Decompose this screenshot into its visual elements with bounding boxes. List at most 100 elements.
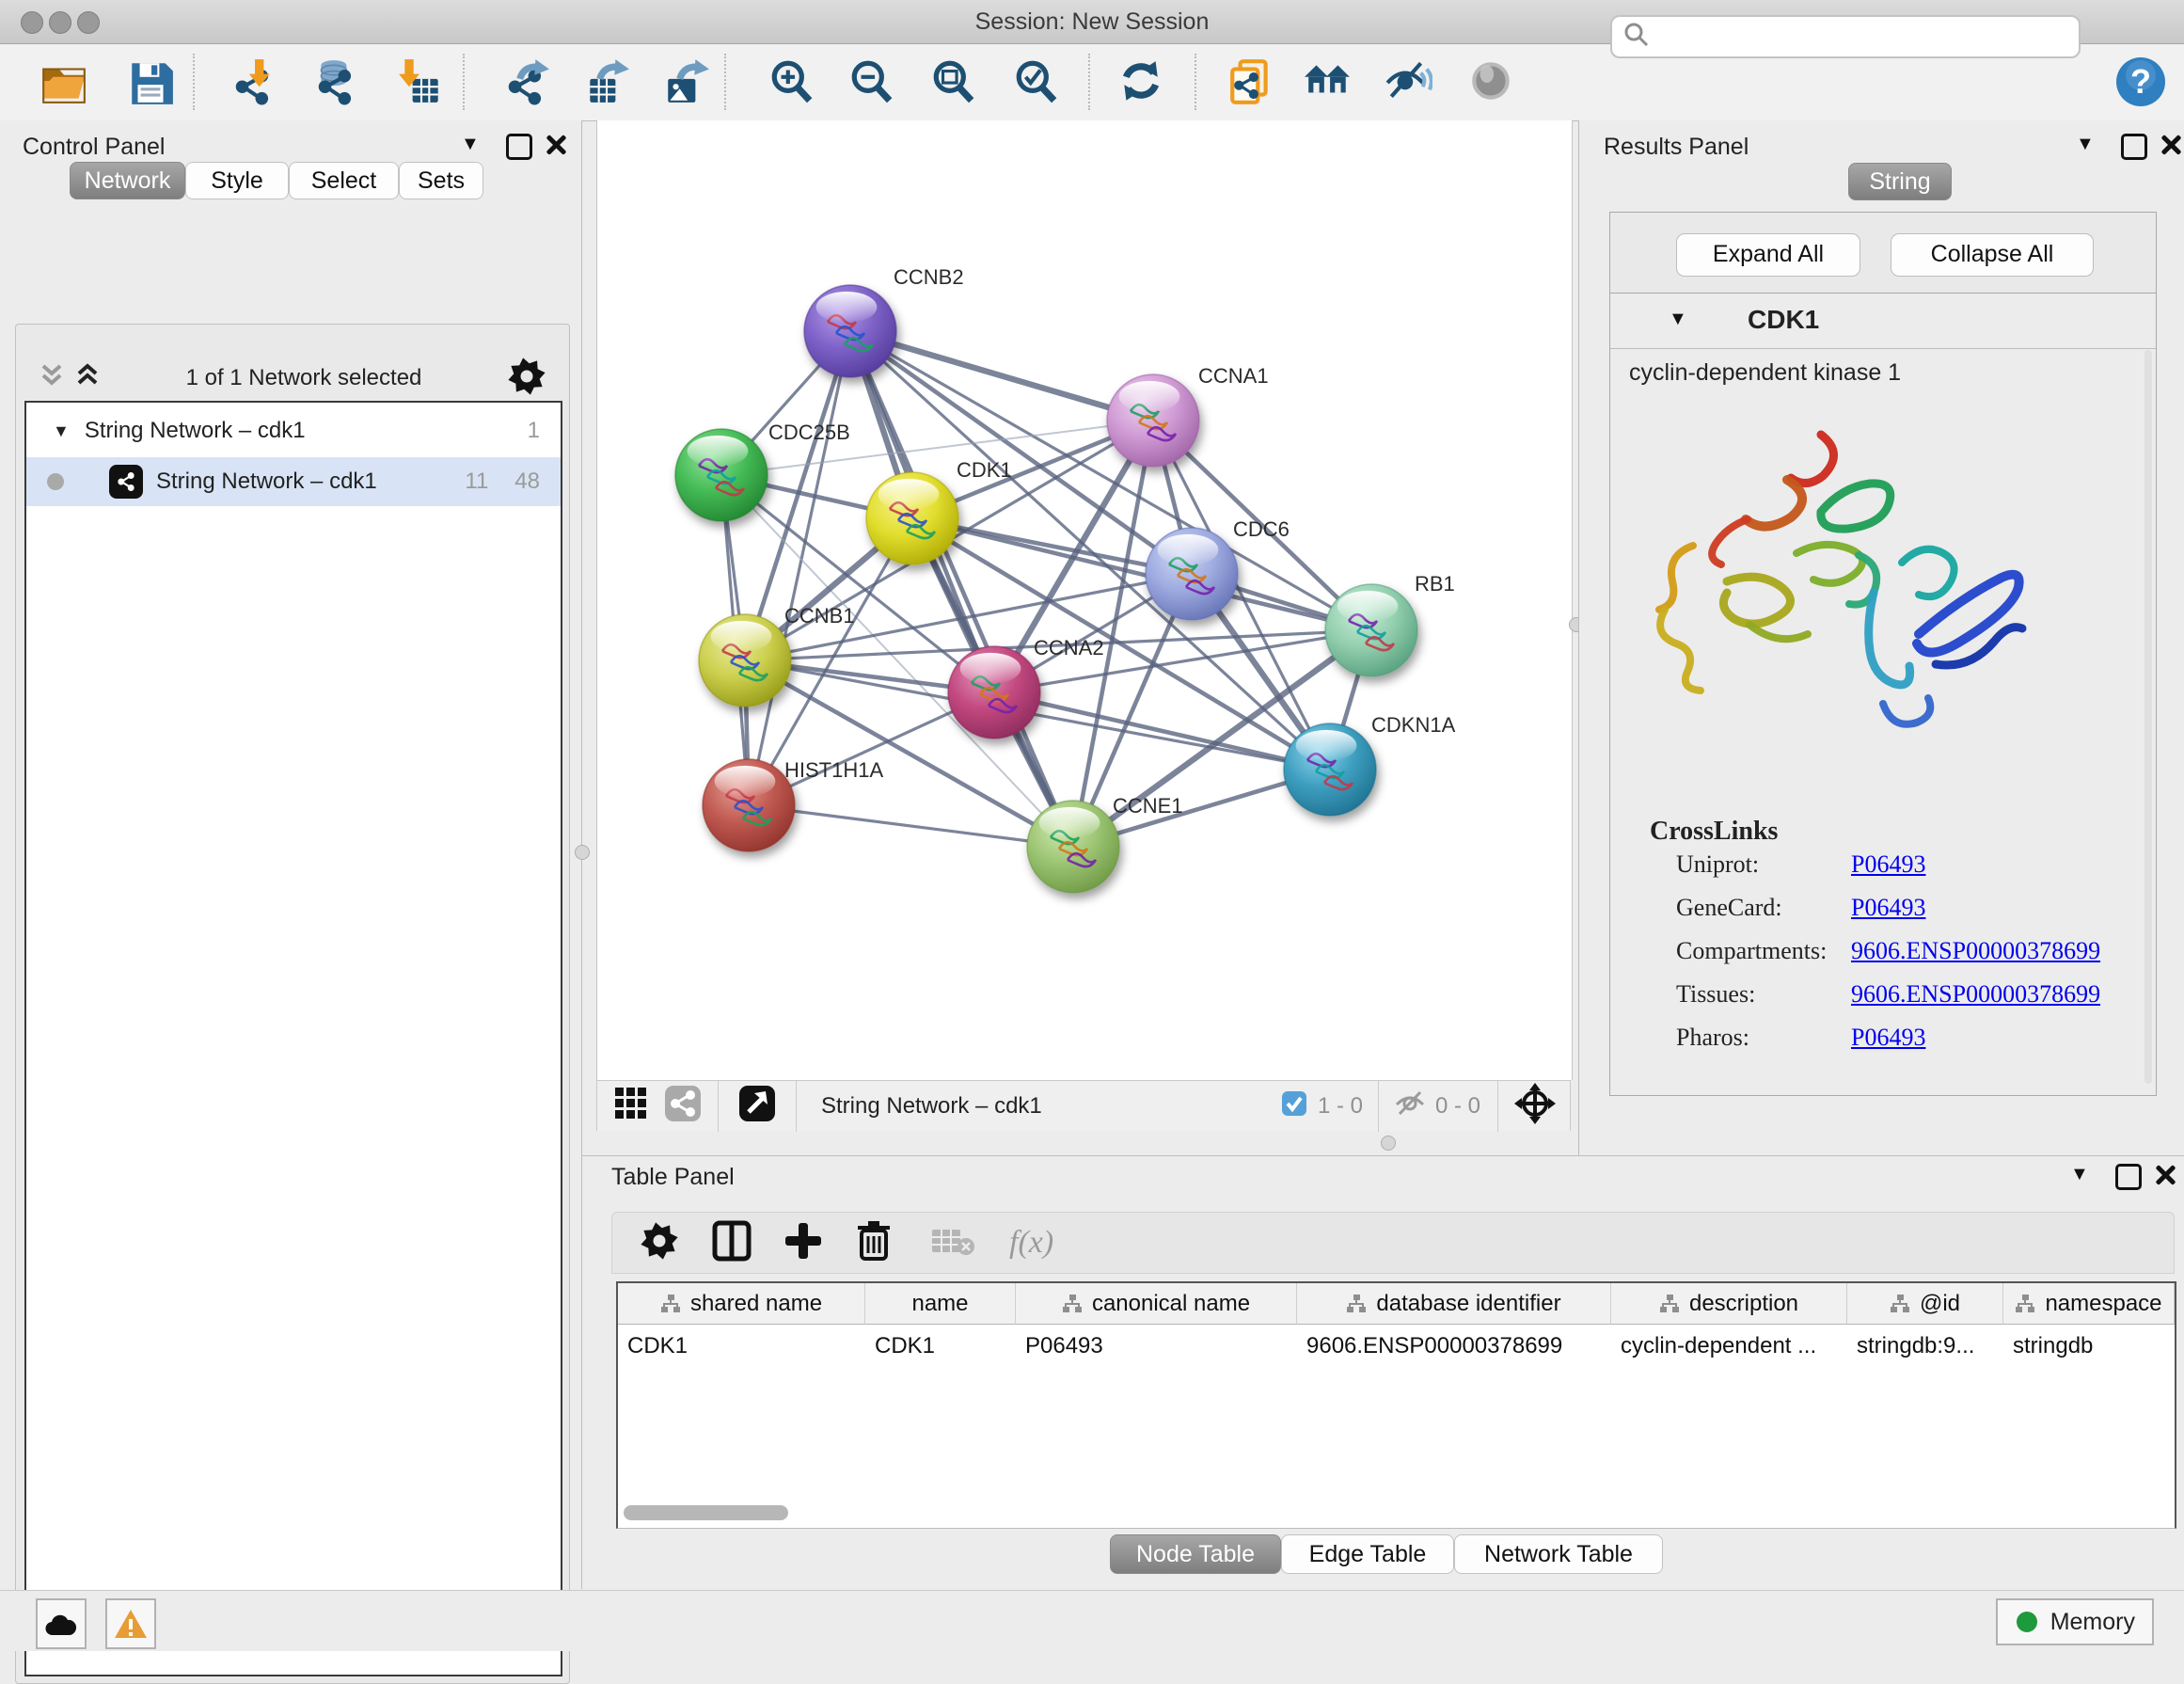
control-panel-menu-icon[interactable]: ▼ (461, 134, 480, 155)
split-columns-icon[interactable] (712, 1220, 752, 1266)
neighbors-icon[interactable] (1302, 56, 1354, 108)
left-splitter-handle[interactable] (575, 845, 590, 860)
search-input[interactable] (1650, 23, 2079, 51)
network-canvas[interactable]: CCNB2 CCNA1 CDC25B CDK1 CDC6 RB1 (596, 120, 1573, 1080)
table-cell[interactable]: P06493 (1016, 1327, 1297, 1366)
add-column-icon[interactable] (783, 1220, 823, 1266)
table-cell[interactable]: CDK1 (865, 1327, 1016, 1366)
tab-network-table[interactable]: Network Table (1454, 1534, 1663, 1574)
results-panel-menu-icon[interactable]: ▼ (2076, 134, 2095, 155)
zoom-in-icon[interactable] (767, 56, 819, 108)
network-edge[interactable] (850, 331, 1153, 421)
open-session-icon[interactable] (38, 56, 90, 108)
protein-structure-image (1637, 421, 2037, 785)
warning-button[interactable] (105, 1598, 156, 1649)
column-header-database-identifier[interactable]: database identifier (1297, 1283, 1611, 1325)
network-node-HIST1H1A[interactable]: HIST1H1A (703, 758, 883, 851)
clone-network-icon[interactable] (1225, 56, 1277, 108)
hide-unhide-icon[interactable] (1382, 56, 1434, 108)
horizontal-splitter-handle[interactable] (1381, 1136, 1396, 1151)
hidden-eye-icon[interactable] (1392, 1088, 1428, 1124)
tab-node-table[interactable]: Node Table (1110, 1534, 1281, 1574)
network-node-CCNA1[interactable]: CCNA1 (1107, 364, 1269, 467)
export-table-icon[interactable] (580, 56, 633, 108)
table-panel-float-icon[interactable] (2115, 1164, 2142, 1190)
tab-edge-table[interactable]: Edge Table (1281, 1534, 1454, 1574)
table-panel-menu-icon[interactable]: ▼ (2070, 1164, 2089, 1185)
help-button[interactable]: ? (2114, 56, 2167, 113)
node-label: CCNB2 (894, 265, 964, 289)
crosslink-link[interactable]: P06493 (1851, 1024, 1925, 1052)
export-view-icon[interactable] (737, 1084, 777, 1128)
network-tree-row[interactable]: String Network – cdk1 11 48 (26, 457, 561, 506)
results-panel-float-icon[interactable] (2121, 134, 2147, 160)
table-cell[interactable]: stringdb (2003, 1327, 2175, 1366)
gene-section-header[interactable]: ▼ CDK1 (1610, 294, 2156, 349)
import-database-icon[interactable] (310, 56, 363, 108)
expand-all-icon[interactable] (38, 360, 66, 397)
gear-icon[interactable] (506, 356, 547, 402)
preview-eye-icon[interactable] (1465, 56, 1518, 108)
zoom-selected-icon[interactable] (1011, 56, 1064, 108)
delete-column-icon[interactable] (855, 1219, 893, 1267)
network-node-CDK1[interactable]: CDK1 (866, 458, 1012, 564)
table-cell[interactable]: CDK1 (618, 1327, 865, 1366)
crosslink-row: Uniprot: P06493 (1676, 850, 2128, 879)
tab-string[interactable]: String (1848, 163, 1952, 200)
collapse-all-button[interactable]: Collapse All (1891, 233, 2094, 277)
import-network-icon[interactable] (228, 56, 280, 108)
zoom-fit-icon[interactable] (928, 56, 981, 108)
node-label: CCNB1 (784, 604, 855, 628)
save-session-icon[interactable] (124, 56, 177, 108)
network-edge[interactable] (994, 692, 1330, 770)
gene-collapse-icon[interactable]: ▼ (1669, 309, 1687, 330)
tree-collapse-icon[interactable]: ▼ (53, 421, 70, 441)
network-edge[interactable] (749, 331, 850, 805)
import-table-icon[interactable] (395, 56, 448, 108)
tab-select[interactable]: Select (289, 162, 399, 199)
birdseye-icon[interactable] (1513, 1082, 1557, 1130)
refresh-icon[interactable] (1115, 56, 1167, 108)
zoom-out-icon[interactable] (847, 56, 899, 108)
crosslink-link[interactable]: P06493 (1851, 850, 1925, 879)
network-node-RB1[interactable]: RB1 (1325, 572, 1455, 676)
export-network-icon[interactable] (500, 56, 553, 108)
column-header-description[interactable]: description (1611, 1283, 1847, 1325)
tab-network[interactable]: Network (70, 162, 185, 199)
column-header-canonical-name[interactable]: canonical name (1016, 1283, 1297, 1325)
grid-view-icon[interactable] (612, 1085, 650, 1127)
results-scrollbar[interactable] (2144, 350, 2152, 1084)
collapse-all-icon[interactable] (73, 360, 102, 397)
control-panel-float-icon[interactable] (506, 134, 532, 160)
network-tree-row[interactable]: ▼ String Network – cdk1 1 (26, 406, 561, 455)
export-image-icon[interactable] (660, 56, 713, 108)
network-edge[interactable] (749, 805, 1073, 847)
network-node-CCNE1[interactable]: CCNE1 (1027, 794, 1183, 893)
results-panel-close-icon[interactable] (2159, 133, 2181, 155)
expand-all-button[interactable]: Expand All (1676, 233, 1860, 277)
search-box[interactable] (1610, 15, 2081, 58)
share-view-icon[interactable] (663, 1084, 703, 1128)
table-cell[interactable]: stringdb:9... (1847, 1327, 2003, 1366)
crosslink-link[interactable]: 9606.ENSP00000378699 (1851, 980, 2100, 1009)
column-header-namespace[interactable]: namespace (2003, 1283, 2175, 1325)
status-bar: Memory (0, 1590, 2184, 1651)
table-panel-close-icon[interactable] (2153, 1163, 2176, 1185)
node-table[interactable]: shared namenamecanonical namedatabase id… (616, 1281, 2176, 1529)
crosslink-link[interactable]: 9606.ENSP00000378699 (1851, 937, 2100, 965)
network-node-CDKN1A[interactable]: CDKN1A (1284, 713, 1456, 816)
table-hscrollbar[interactable] (624, 1505, 788, 1520)
tab-style[interactable]: Style (185, 162, 289, 199)
column-header-@id[interactable]: @id (1847, 1283, 2003, 1325)
cloud-button[interactable] (36, 1598, 87, 1649)
tab-sets[interactable]: Sets (399, 162, 483, 199)
table-cell[interactable]: 9606.ENSP00000378699 (1297, 1327, 1611, 1366)
selected-checkbox-icon[interactable] (1280, 1089, 1308, 1122)
column-header-shared-name[interactable]: shared name (618, 1283, 865, 1325)
column-header-name[interactable]: name (865, 1283, 1016, 1325)
gear-icon[interactable] (639, 1220, 680, 1266)
control-panel-close-icon[interactable] (544, 133, 566, 155)
crosslink-link[interactable]: P06493 (1851, 894, 1925, 922)
table-cell[interactable]: cyclin-dependent ... (1611, 1327, 1847, 1366)
memory-button[interactable]: Memory (1996, 1598, 2154, 1645)
